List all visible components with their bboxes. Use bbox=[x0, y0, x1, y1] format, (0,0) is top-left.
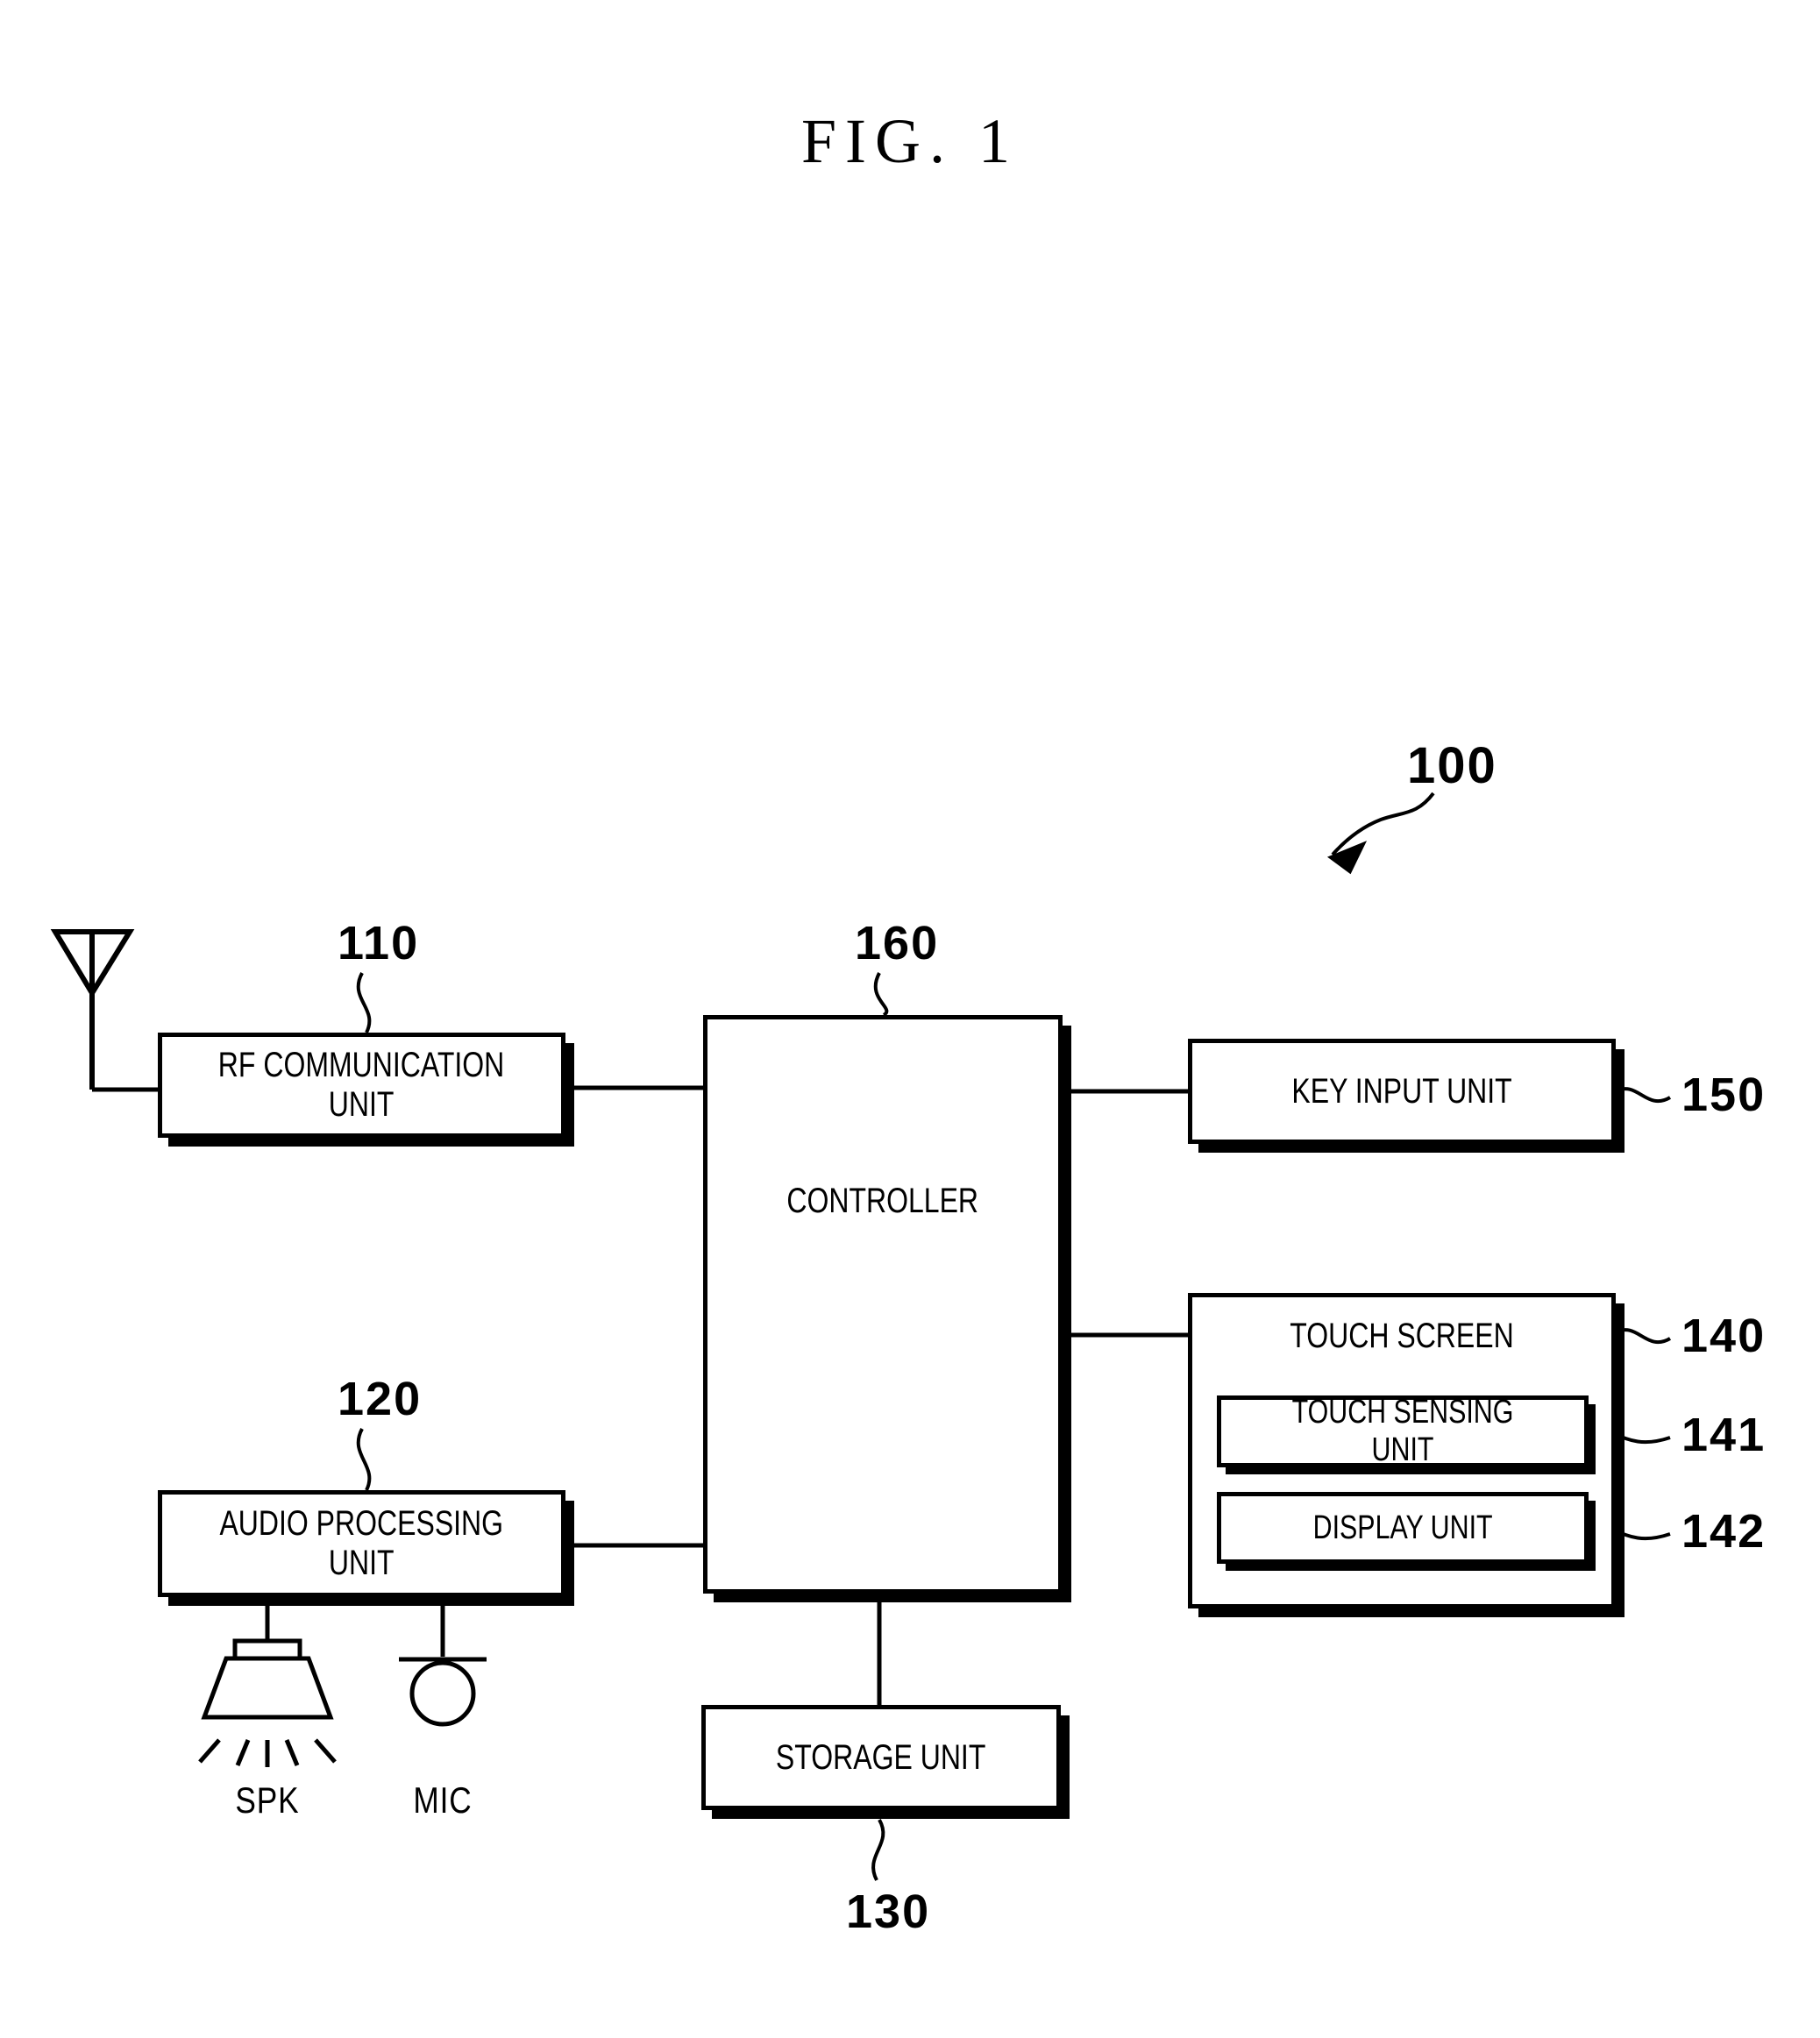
antenna-icon bbox=[50, 929, 158, 1092]
block-rf-communication-unit-label: RF COMMUNICATION UNIT bbox=[218, 1046, 505, 1124]
microphone-icon bbox=[399, 1657, 487, 1727]
ref-110: 110 bbox=[338, 917, 420, 969]
block-touch-sensing-unit[interactable]: TOUCH SENSING UNIT bbox=[1217, 1394, 1589, 1468]
block-controller-label: CONTROLLER bbox=[786, 1182, 979, 1220]
block-display-unit[interactable]: DISPLAY UNIT bbox=[1217, 1492, 1589, 1564]
block-touch-sensing-unit-label: TOUCH SENSING UNIT bbox=[1291, 1394, 1514, 1468]
block-storage-unit-label: STORAGE UNIT bbox=[776, 1737, 986, 1777]
ref-160: 160 bbox=[855, 917, 940, 969]
ref-142: 142 bbox=[1681, 1505, 1767, 1558]
block-touch-screen-label: TOUCH SCREEN bbox=[1290, 1317, 1514, 1355]
block-key-input-unit[interactable]: KEY INPUT UNIT bbox=[1188, 1039, 1616, 1144]
leader-160 bbox=[873, 972, 889, 1017]
block-controller[interactable]: CONTROLLER bbox=[703, 1015, 1063, 1594]
speaker-caption: SPK bbox=[235, 1779, 300, 1821]
ref-141: 141 bbox=[1681, 1409, 1767, 1461]
speaker-icon bbox=[198, 1638, 337, 1767]
ref-100: 100 bbox=[1407, 737, 1497, 794]
ref-120: 120 bbox=[338, 1373, 423, 1425]
leader-100-arrow bbox=[1326, 792, 1435, 875]
figure-title: FIG. 1 bbox=[800, 106, 1019, 176]
block-key-input-unit-label: KEY INPUT UNIT bbox=[1291, 1071, 1512, 1111]
leader-120 bbox=[356, 1428, 372, 1491]
block-rf-communication-unit[interactable]: RF COMMUNICATION UNIT bbox=[158, 1033, 565, 1138]
leader-150 bbox=[1615, 1087, 1672, 1104]
ref-130: 130 bbox=[846, 1885, 931, 1938]
leader-140 bbox=[1615, 1328, 1672, 1345]
ref-150: 150 bbox=[1681, 1069, 1767, 1121]
microphone-caption: MIC bbox=[413, 1779, 473, 1821]
block-audio-processing-unit-label: AUDIO PROCESSING UNIT bbox=[219, 1504, 504, 1582]
leader-130 bbox=[871, 1819, 885, 1881]
block-storage-unit[interactable]: STORAGE UNIT bbox=[701, 1705, 1061, 1810]
ref-140: 140 bbox=[1681, 1310, 1767, 1362]
figure-canvas: FIG. 1 RF COMMUNICATION UNIT 110 CONTROL… bbox=[0, 0, 1820, 2038]
block-display-unit-label: DISPLAY UNIT bbox=[1312, 1509, 1493, 1546]
block-audio-processing-unit[interactable]: AUDIO PROCESSING UNIT bbox=[158, 1490, 565, 1597]
leader-110 bbox=[356, 972, 372, 1033]
